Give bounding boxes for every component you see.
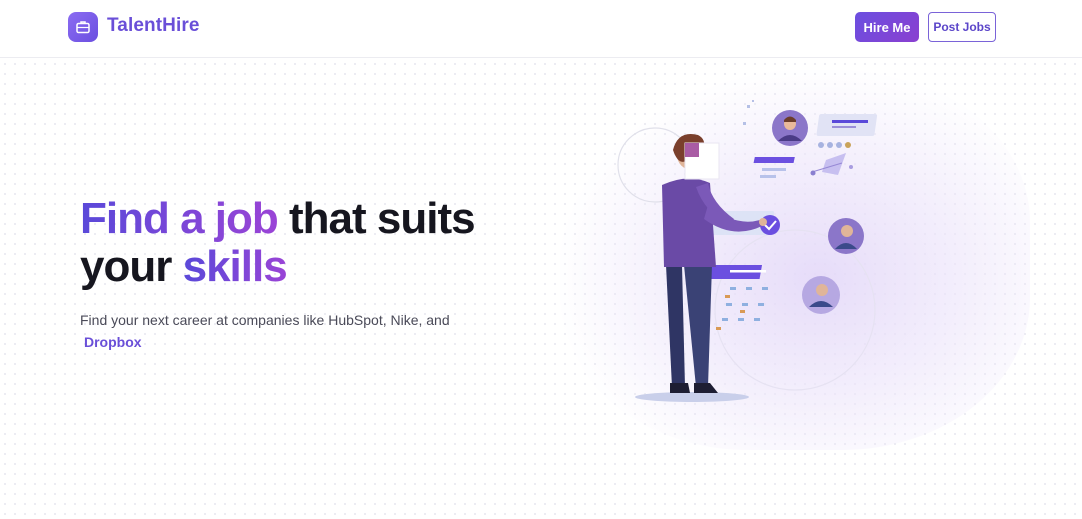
headline-that-suits: that suits bbox=[289, 194, 476, 243]
top-navbar: TalentHire Hire Me Post Jobs bbox=[0, 0, 1082, 58]
brand-name[interactable]: TalentHire bbox=[107, 15, 200, 37]
hero-subtext-body: Find your next career at companies like … bbox=[80, 312, 450, 328]
briefcase-icon[interactable] bbox=[68, 12, 98, 42]
dropbox-link[interactable]: Dropbox bbox=[84, 334, 142, 350]
hero-subtext: Find your next career at companies like … bbox=[80, 309, 460, 353]
hire-me-button[interactable]: Hire Me bbox=[855, 12, 919, 42]
post-jobs-button[interactable]: Post Jobs bbox=[928, 12, 996, 42]
hero-headline: Find a job that suits your skills bbox=[80, 195, 540, 291]
headline-skills: skills bbox=[182, 242, 288, 291]
headline-your: your bbox=[80, 242, 172, 291]
headline-find-a-job: Find a job bbox=[80, 194, 279, 243]
hero-illustration bbox=[617, 100, 878, 402]
